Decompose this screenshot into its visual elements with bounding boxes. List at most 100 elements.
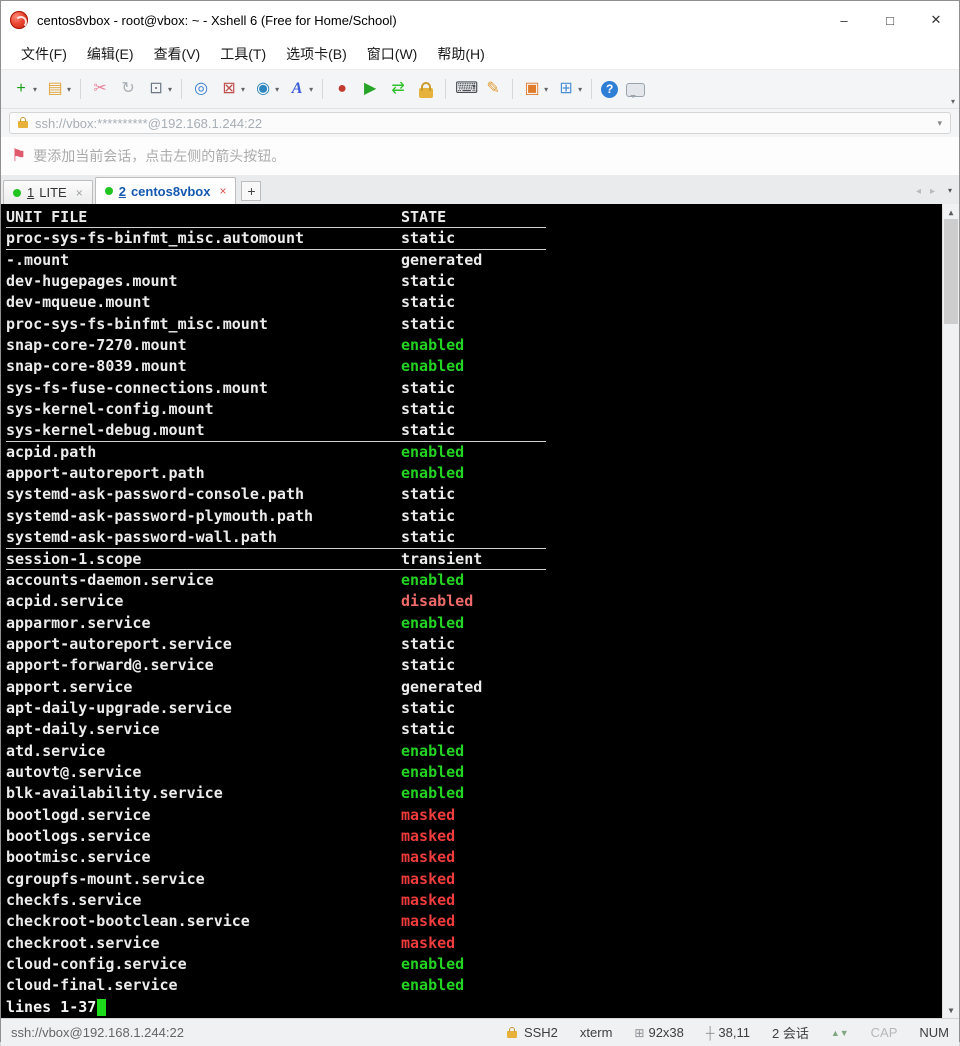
package-dropdown-caret[interactable]: ▾ <box>241 85 245 94</box>
status-label: NUM <box>919 1025 949 1040</box>
new-session-button[interactable]: +▾ <box>8 77 40 101</box>
menu-item-view[interactable]: 查看(V) <box>144 40 211 68</box>
status-screen-size: ⊞92x38 <box>634 1025 683 1040</box>
tab-centos8vbox[interactable]: 2centos8vbox× <box>95 177 237 204</box>
toolbar-separator <box>445 79 446 99</box>
status-terminal-type: xterm <box>580 1025 613 1040</box>
disconnect-button[interactable]: ✂ <box>87 77 113 101</box>
state-cell: static <box>401 527 455 547</box>
find-button[interactable]: ◎ <box>188 77 214 101</box>
tab-menu-caret[interactable]: ▾ <box>948 186 952 195</box>
keyboard-button[interactable]: ⌨ <box>452 77 478 101</box>
record-icon: ● <box>332 79 352 99</box>
layout-button[interactable]: ⊞▾ <box>553 77 585 101</box>
font-dropdown-caret[interactable]: ▾ <box>309 85 313 94</box>
state-cell: masked <box>401 869 455 890</box>
status-num-lock: NUM <box>919 1025 949 1040</box>
menu-item-help[interactable]: 帮助(H) <box>427 40 494 68</box>
session-properties-dropdown-caret[interactable]: ▾ <box>168 85 172 94</box>
unit-file-cell: apparmor.service <box>6 613 401 634</box>
layout-dropdown-caret[interactable]: ▾ <box>578 85 582 94</box>
screen-size-icon: ⊞ <box>634 1026 644 1040</box>
scroll-arrows-icon: ▲▼ <box>831 1028 849 1038</box>
menu-item-tools[interactable]: 工具(T) <box>210 40 276 68</box>
menu-item-window[interactable]: 窗口(W) <box>357 40 428 68</box>
globe-dropdown-caret[interactable]: ▾ <box>275 85 279 94</box>
package-button[interactable]: ⊠▾ <box>216 77 248 101</box>
unit-file-cell: proc-sys-fs-binfmt_misc.mount <box>6 314 401 335</box>
comment-button[interactable] <box>623 79 648 99</box>
status-ssh-version: SSH2 <box>507 1025 558 1040</box>
record-button[interactable]: ● <box>329 77 355 101</box>
scrollbar-down-icon[interactable]: ▼ <box>943 1002 959 1018</box>
terminal-row: systemd-ask-password-plymouth.pathstatic <box>6 506 546 527</box>
lock-icon <box>419 88 433 98</box>
address-value: ssh://vbox:**********@192.168.1.244:22 <box>35 116 262 131</box>
highlight-pen-button[interactable]: ✎ <box>480 77 506 101</box>
terminal-row: proc-sys-fs-binfmt_misc.automountstatic <box>6 228 546 249</box>
tab-close-icon[interactable]: × <box>76 186 83 200</box>
keyboard-icon: ⌨ <box>455 79 475 99</box>
status-scroll-indicators: ▲▼ <box>831 1028 849 1038</box>
open-folder-button[interactable]: ▤▾ <box>42 77 74 101</box>
terminal-row: sys-kernel-config.mountstatic <box>6 399 546 420</box>
help-button[interactable]: ? <box>598 79 621 100</box>
reconnect-button[interactable]: ↻ <box>115 77 141 101</box>
tab-scroll-left-icon[interactable]: ◂ <box>916 186 921 197</box>
tab-scroll-arrows[interactable]: ◂▸ <box>916 186 935 197</box>
terminal-scrollbar[interactable]: ▲ ▼ <box>942 204 959 1018</box>
new-session-icon: + <box>11 79 31 99</box>
close-button[interactable]: ✕ <box>913 1 959 39</box>
toolbar-separator <box>80 79 81 99</box>
app-icon <box>10 11 28 29</box>
new-tab-button[interactable]: + <box>241 181 261 201</box>
minimize-button[interactable]: – <box>821 1 867 39</box>
menu-item-tab[interactable]: 选项卡(B) <box>276 40 357 68</box>
terminal-row: systemd-ask-password-console.pathstatic <box>6 484 546 505</box>
terminal[interactable]: UNIT FILESTATEproc-sys-fs-binfmt_misc.au… <box>1 204 959 1018</box>
unit-file-cell: apport-forward@.service <box>6 655 401 676</box>
tab-number: 2 <box>119 184 126 199</box>
open-folder-dropdown-caret[interactable]: ▾ <box>67 85 71 94</box>
font-button[interactable]: A▾ <box>284 77 316 101</box>
lock-icon <box>18 121 28 128</box>
address-dropdown-caret[interactable]: ▾ <box>937 118 942 129</box>
tab-LITE[interactable]: 1LITE× <box>3 180 93 204</box>
terminal-row: session-1.scopetransient <box>6 549 546 570</box>
scrollbar-up-icon[interactable]: ▲ <box>943 204 959 220</box>
tab-close-icon[interactable]: × <box>219 184 226 198</box>
terminal-row: checkroot.servicemasked <box>6 933 546 954</box>
state-cell: static <box>401 420 455 440</box>
state-cell: static <box>401 484 455 505</box>
scrollbar-thumb[interactable] <box>944 219 958 324</box>
state-cell: enabled <box>401 954 464 975</box>
sync-button[interactable]: ⇄ <box>385 77 411 101</box>
terminal-row: -.mountgenerated <box>6 250 546 271</box>
xshell-window: centos8vbox - root@vbox: ~ - Xshell 6 (F… <box>0 0 960 1042</box>
unit-file-cell: sys-fs-fuse-connections.mount <box>6 378 401 399</box>
toolbar-overflow-caret[interactable]: ▾ <box>951 97 955 106</box>
toolbar-separator <box>591 79 592 99</box>
new-session-dropdown-caret[interactable]: ▾ <box>33 85 37 94</box>
menu-item-file[interactable]: 文件(F) <box>11 40 77 68</box>
maximize-button[interactable]: □ <box>867 1 913 39</box>
unit-file-cell: -.mount <box>6 250 401 271</box>
menu-item-edit[interactable]: 编辑(E) <box>77 40 144 68</box>
state-cell: static <box>401 634 455 655</box>
address-input[interactable]: ssh://vbox:**********@192.168.1.244:22 ▾ <box>9 112 951 134</box>
status-label: SSH2 <box>524 1025 558 1040</box>
state-cell: transient <box>401 549 482 569</box>
unit-file-cell: atd.service <box>6 741 401 762</box>
globe-button[interactable]: ◉▾ <box>250 77 282 101</box>
lock-button[interactable] <box>413 79 439 100</box>
cursor-position-icon: ┼ <box>706 1026 715 1040</box>
session-properties-button[interactable]: ⊡▾ <box>143 77 175 101</box>
tab-scroll-right-icon[interactable]: ▸ <box>930 186 935 197</box>
new-window-button[interactable]: ▣▾ <box>519 77 551 101</box>
toolbar-separator <box>322 79 323 99</box>
terminal-row: apport-autoreport.pathenabled <box>6 463 546 484</box>
agent-button[interactable]: ▶ <box>357 77 383 101</box>
state-cell: masked <box>401 826 455 847</box>
state-cell: masked <box>401 805 455 826</box>
new-window-dropdown-caret[interactable]: ▾ <box>544 85 548 94</box>
